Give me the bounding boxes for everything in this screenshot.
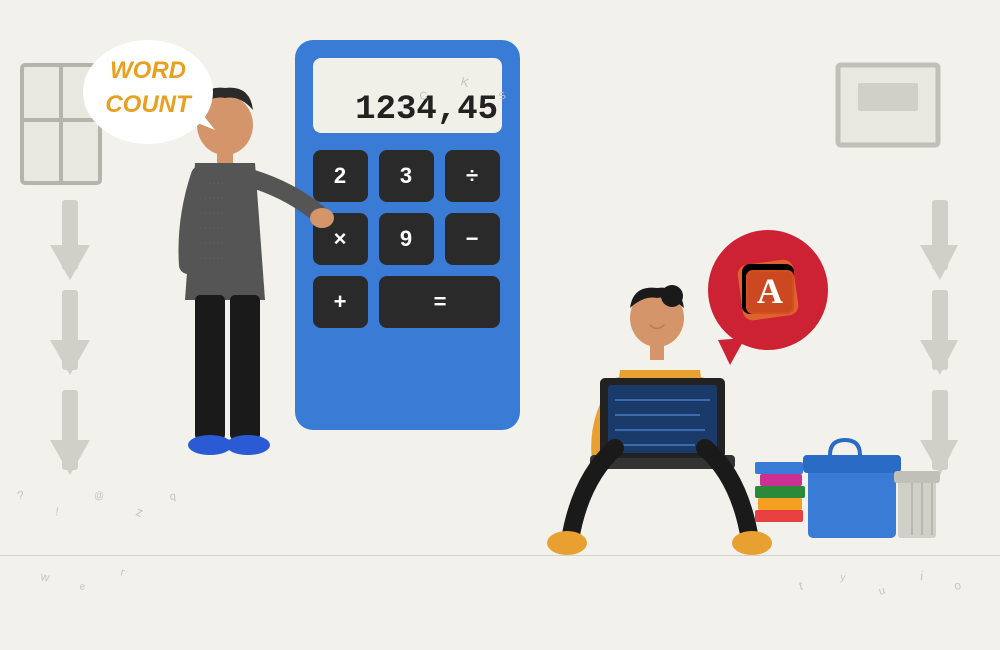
svg-text:· · · · · ·: · · · · · · — [200, 225, 224, 232]
svg-text:÷: ÷ — [466, 163, 478, 188]
svg-text:=: = — [434, 289, 447, 314]
svg-text:COUNT: COUNT — [105, 91, 193, 118]
svg-text:9: 9 — [400, 226, 412, 251]
svg-text:2: 2 — [334, 163, 346, 188]
svg-text:×: × — [334, 226, 347, 251]
svg-text:· · · · · ·: · · · · · · — [200, 195, 224, 202]
svg-text:q: q — [169, 491, 176, 503]
svg-text:WORD: WORD — [110, 57, 186, 84]
svg-text:3: 3 — [400, 163, 412, 188]
svg-text:A: A — [757, 271, 783, 311]
main-illustration: A B 3 G Q 0 M V N k O M 1 0 M B R M 4 G … — [0, 0, 1000, 650]
svg-text:· · · · · ·: · · · · · · — [200, 240, 224, 247]
svg-text:· · · · · ·: · · · · · · — [200, 210, 224, 217]
svg-text:−: − — [466, 226, 479, 251]
svg-text:+: + — [334, 289, 347, 314]
svg-text:· · · · · ·: · · · · · · — [200, 255, 224, 262]
